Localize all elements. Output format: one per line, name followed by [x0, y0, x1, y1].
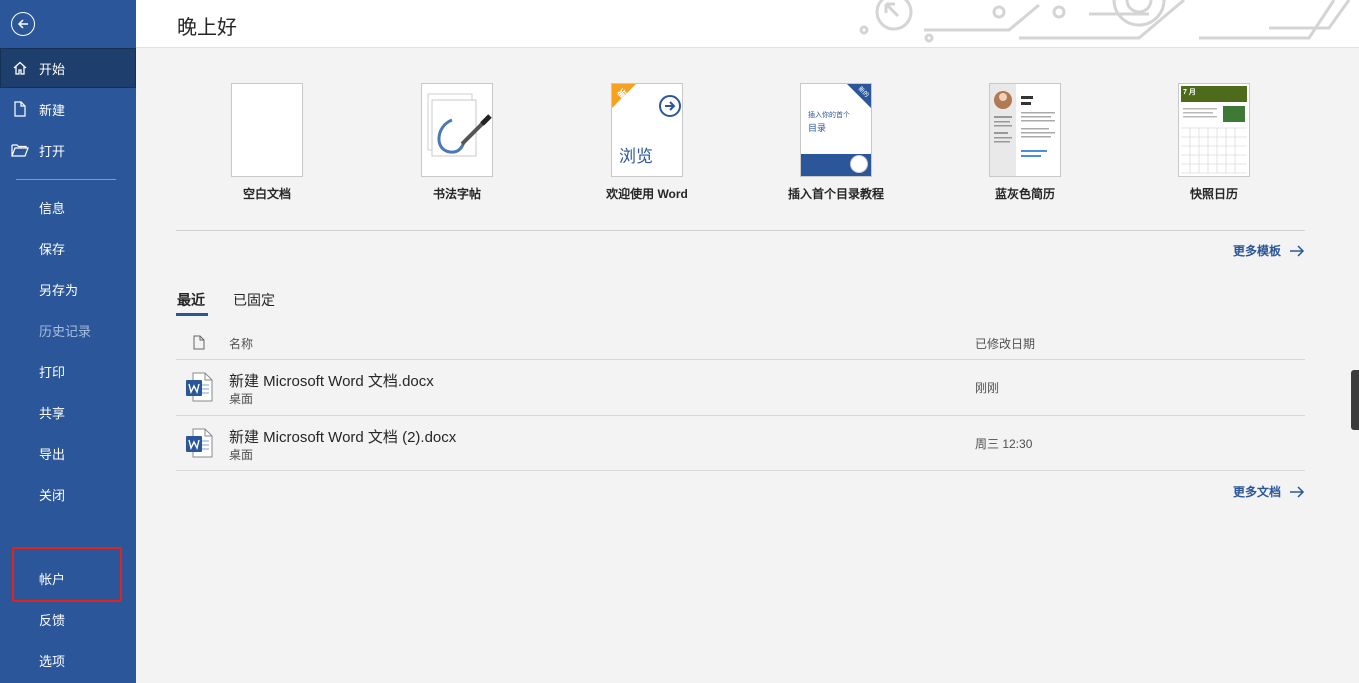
- file-name: 新建 Microsoft Word 文档 (2).docx: [229, 429, 457, 446]
- nav-open[interactable]: 打开: [0, 130, 136, 170]
- template-thumbnail: [231, 83, 303, 177]
- nav-new[interactable]: 新建: [0, 89, 136, 129]
- nav-print-label: 打印: [39, 364, 66, 380]
- nav-close-label: 关闭: [39, 487, 66, 503]
- template-thumbnail: 新 浏览: [611, 83, 683, 177]
- column-header-name[interactable]: 名称: [229, 335, 253, 352]
- file-column-icon: [193, 335, 205, 350]
- word-doc-icon: [186, 428, 213, 458]
- nav-print[interactable]: 打印: [0, 351, 136, 391]
- toc-thumb-circle: [850, 155, 868, 173]
- recent-list-bottom-divider: [176, 470, 1305, 471]
- nav-close[interactable]: 关闭: [0, 474, 136, 514]
- template-label: 蓝灰色简历: [994, 187, 1055, 201]
- side-scroll-handle[interactable]: [1351, 370, 1359, 430]
- arrow-right-icon: [1290, 244, 1305, 257]
- toc-thumb-line2: 目录: [808, 123, 827, 133]
- nav-feedback[interactable]: 反馈: [0, 599, 136, 639]
- nav-options-label: 选项: [39, 653, 66, 669]
- nav-save-as-label: 另存为: [39, 282, 79, 298]
- template-resume[interactable]: 蓝灰色简历: [960, 83, 1090, 202]
- nav-account[interactable]: 帐户: [0, 558, 136, 598]
- nav-open-label: 打开: [39, 143, 66, 159]
- template-blank-document[interactable]: 空白文档: [202, 83, 332, 202]
- recent-file-row[interactable]: 新建 Microsoft Word 文档.docx 桌面 刚刚: [176, 359, 1305, 415]
- toc-thumb-line1: 插入你的首个: [808, 112, 850, 119]
- nav-info[interactable]: 信息: [0, 187, 136, 227]
- nav-options[interactable]: 选项: [0, 640, 136, 680]
- nav-feedback-label: 反馈: [39, 612, 66, 628]
- nav-new-label: 新建: [39, 102, 66, 118]
- recent-file-row[interactable]: 新建 Microsoft Word 文档 (2).docx 桌面 周三 12:3…: [176, 415, 1305, 471]
- template-label: 快照日历: [1189, 187, 1238, 201]
- template-label: 插入首个目录教程: [787, 187, 884, 201]
- more-documents-label: 更多文档: [1232, 485, 1281, 499]
- nav-save-as[interactable]: 另存为: [0, 269, 136, 309]
- template-label: 欢迎使用 Word: [606, 187, 688, 201]
- tab-recent[interactable]: 最近: [177, 290, 205, 310]
- calligraphy-brush-icon: [427, 93, 492, 157]
- resume-preview-icon: [990, 84, 1055, 176]
- nav-save[interactable]: 保存: [0, 228, 136, 268]
- home-icon: [0, 60, 38, 76]
- file-modified-date: 刚刚: [975, 381, 1000, 395]
- file-location: 桌面: [229, 392, 254, 406]
- template-toc-tutorial[interactable]: 新的 插入你的首个 目录 插入首个目录教程: [771, 83, 901, 202]
- tab-recent-underline: [176, 313, 208, 316]
- template-thumbnail: 新的 插入你的首个 目录: [800, 83, 872, 177]
- nav-divider: [16, 179, 116, 180]
- nav-export-label: 导出: [39, 446, 66, 462]
- template-calligraphy[interactable]: 书法字帖: [392, 83, 522, 202]
- nav-save-label: 保存: [39, 241, 66, 257]
- greeting-title: 晚上好: [177, 17, 237, 39]
- arrow-right-icon: [1290, 485, 1305, 498]
- nav-info-label: 信息: [39, 200, 66, 216]
- browse-thumb-text: 浏览: [619, 147, 653, 166]
- backstage-sidebar: 开始 新建 打开 信息 保存 另存为 历史记录 打印 共享 导出 关闭 帐户 反…: [0, 0, 136, 683]
- more-templates-label: 更多模板: [1232, 244, 1281, 258]
- template-label: 空白文档: [242, 187, 291, 201]
- open-folder-icon: [0, 143, 38, 157]
- nav-history[interactable]: 历史记录: [0, 310, 136, 350]
- file-location: 桌面: [229, 448, 254, 462]
- nav-history-label: 历史记录: [39, 323, 92, 339]
- nav-account-label: 帐户: [39, 571, 66, 587]
- file-modified-date: 周三 12:30: [975, 437, 1033, 451]
- template-label: 书法字帖: [432, 187, 481, 201]
- nav-home[interactable]: 开始: [0, 48, 136, 88]
- template-thumbnail: 7 月: [1178, 83, 1250, 177]
- nav-export[interactable]: 导出: [0, 433, 136, 473]
- file-name: 新建 Microsoft Word 文档.docx: [229, 373, 434, 390]
- nav-home-label: 开始: [39, 61, 66, 77]
- column-header-modified[interactable]: 已修改日期: [975, 335, 1035, 352]
- template-welcome-word[interactable]: 新 浏览 欢迎使用 Word: [582, 83, 712, 202]
- template-calendar[interactable]: 7 月 快照日历: [1149, 83, 1279, 202]
- header-bar: 晚上好: [136, 0, 1359, 48]
- word-doc-icon: [186, 372, 213, 402]
- new-document-icon: [0, 101, 38, 117]
- nav-share[interactable]: 共享: [0, 392, 136, 432]
- back-button[interactable]: [11, 12, 35, 36]
- more-templates-link[interactable]: 更多模板: [1233, 242, 1305, 259]
- arrow-circle-icon: [659, 95, 681, 117]
- circuit-decoration-icon: [859, 0, 1351, 43]
- calendar-grid-icon: [1181, 106, 1247, 174]
- template-thumbnail: [989, 83, 1061, 177]
- template-thumbnail: [421, 83, 493, 177]
- tab-pinned[interactable]: 已固定: [233, 290, 275, 310]
- more-documents-link[interactable]: 更多文档: [1233, 483, 1305, 500]
- back-arrow-icon: [17, 19, 28, 29]
- nav-share-label: 共享: [39, 405, 66, 421]
- templates-divider: [176, 230, 1305, 231]
